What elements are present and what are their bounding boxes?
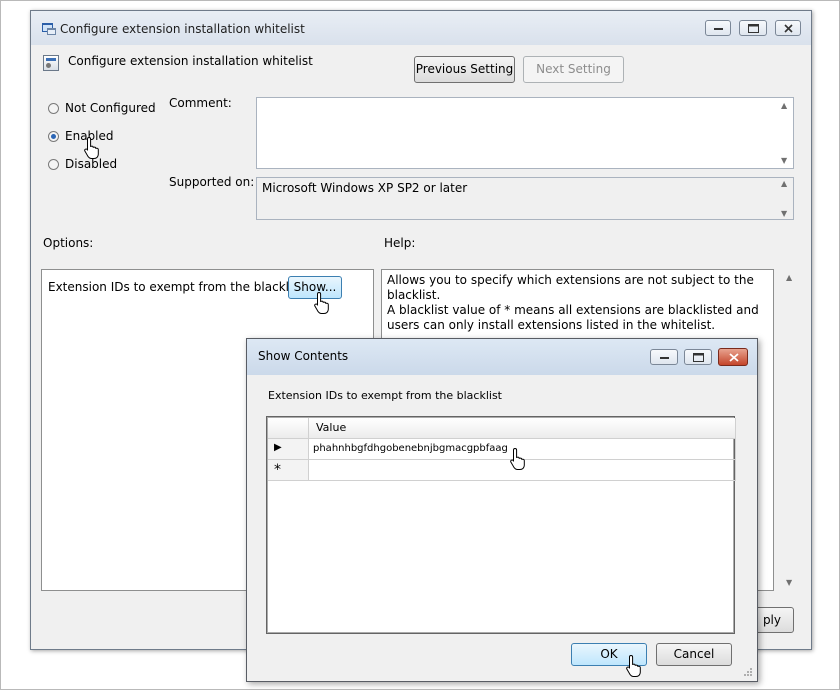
maximize-icon xyxy=(693,353,704,362)
scroll-up-icon[interactable]: ▲ xyxy=(781,101,787,110)
show-contents-dialog: Show Contents Extension IDs to exempt fr… xyxy=(246,338,758,682)
next-setting-button[interactable]: Next Setting xyxy=(523,56,624,83)
row-header[interactable]: * xyxy=(268,460,309,481)
scroll-down-icon[interactable]: ▼ xyxy=(786,578,792,587)
radio-circle[interactable] xyxy=(48,103,59,114)
maximize-button[interactable] xyxy=(739,20,767,36)
scroll-up-icon[interactable]: ▲ xyxy=(786,273,792,282)
cancel-button[interactable]: Cancel xyxy=(656,643,732,666)
current-row-icon: ▶ xyxy=(274,442,282,453)
supported-on-value: Microsoft Windows XP SP2 or later xyxy=(262,181,468,195)
minimize-button[interactable] xyxy=(705,20,731,36)
radio-circle-selected[interactable] xyxy=(48,131,59,142)
dialog-label: Extension IDs to exempt from the blackli… xyxy=(268,389,502,402)
dialog-title: Show Contents xyxy=(258,349,349,363)
column-header-value[interactable]: Value xyxy=(309,418,736,439)
new-row-icon: * xyxy=(274,462,281,478)
close-icon xyxy=(729,353,739,362)
dialog-maximize-button[interactable] xyxy=(684,349,712,365)
value-cell-text: phahnhbgfdhgobenebnjbgmacgpbfaag xyxy=(313,443,508,454)
comment-scrollbar[interactable]: ▲ ▼ xyxy=(777,98,793,168)
minimize-icon xyxy=(714,28,723,30)
scroll-down-icon[interactable]: ▼ xyxy=(781,209,787,218)
radio-circle[interactable] xyxy=(48,159,59,170)
supported-on-field: Microsoft Windows XP SP2 or later ▲ ▼ xyxy=(256,177,794,220)
setting-title: Configure extension installation whiteli… xyxy=(68,54,313,68)
row-header[interactable]: ▶ xyxy=(268,439,309,460)
options-label: Options: xyxy=(43,236,94,250)
grid-corner xyxy=(268,418,309,439)
supported-on-label: Supported on: xyxy=(169,175,255,189)
maximize-icon xyxy=(748,24,759,33)
resize-grip-icon[interactable] xyxy=(743,667,753,677)
supported-scrollbar[interactable]: ▲ ▼ xyxy=(777,178,793,219)
help-paragraph-2: A blacklist value of * means all extensi… xyxy=(387,303,759,332)
pointer-hand-icon xyxy=(314,291,329,314)
minimize-icon xyxy=(660,357,669,359)
values-grid[interactable]: Value ▶ phahnhbgfdhgobenebnjbgmacgpbfaag… xyxy=(266,416,736,634)
setting-icon xyxy=(43,55,59,71)
help-scrollbar[interactable]: ▲ ▼ xyxy=(782,269,798,591)
comment-field[interactable]: ▲ ▼ xyxy=(256,97,794,169)
pointer-hand-icon xyxy=(84,136,99,159)
previous-setting-button[interactable]: Previous Setting xyxy=(414,56,515,83)
dialog-minimize-button[interactable] xyxy=(650,349,678,365)
close-button[interactable] xyxy=(775,20,801,36)
help-paragraph-1: Allows you to specify which extensions a… xyxy=(387,273,754,302)
app-window-icon xyxy=(42,23,56,35)
option-text: Extension IDs to exempt from the blackli… xyxy=(48,280,304,294)
grid-body: Value ▶ phahnhbgfdhgobenebnjbgmacgpbfaag… xyxy=(268,418,736,632)
radio-not-configured-label: Not Configured xyxy=(65,101,156,115)
column-header-label: Value xyxy=(316,421,347,434)
dialog-close-button[interactable] xyxy=(718,348,748,366)
comment-label: Comment: xyxy=(169,96,232,110)
pointer-hand-icon xyxy=(626,654,641,677)
scroll-up-icon[interactable]: ▲ xyxy=(781,179,787,188)
scroll-down-icon[interactable]: ▼ xyxy=(781,156,787,165)
pointer-hand-icon xyxy=(510,447,525,470)
window-title: Configure extension installation whiteli… xyxy=(60,22,305,36)
help-label: Help: xyxy=(384,236,416,250)
dialog-title-bar: Show Contents xyxy=(247,339,757,375)
title-bar: Configure extension installation whiteli… xyxy=(31,11,811,45)
close-icon xyxy=(784,24,793,33)
